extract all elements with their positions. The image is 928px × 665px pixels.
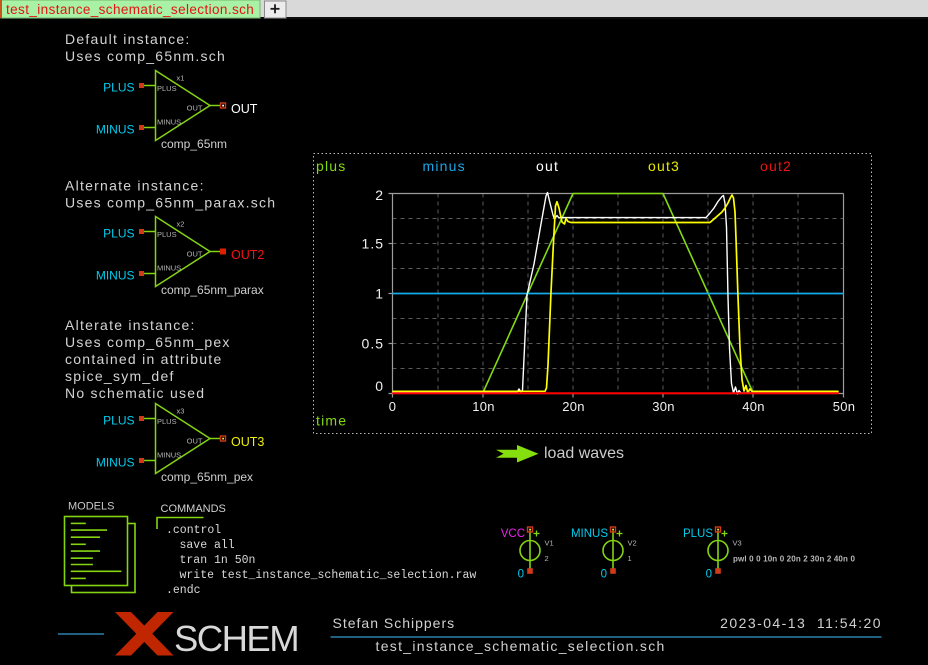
svg-text:Alterate instance:: Alterate instance: xyxy=(65,317,196,333)
svg-text:MODELS: MODELS xyxy=(68,501,114,513)
svg-text:0: 0 xyxy=(706,569,712,581)
svg-text:Uses comp_65nm.sch: Uses comp_65nm.sch xyxy=(65,48,226,64)
svg-text:0: 0 xyxy=(518,569,524,581)
svg-text:x3: x3 xyxy=(177,407,185,416)
svg-text:out: out xyxy=(536,158,559,174)
svg-text:PLUS: PLUS xyxy=(103,227,134,241)
svg-text:test_instance_schematic_select: test_instance_schematic_selection.sch xyxy=(6,2,254,17)
svg-text:10n: 10n xyxy=(472,399,495,414)
svg-text:x2: x2 xyxy=(177,220,185,229)
svg-text:x1: x1 xyxy=(177,74,185,83)
svg-text:out2: out2 xyxy=(760,158,792,174)
svg-text:contained in attribute: contained in attribute xyxy=(65,351,222,367)
svg-text:OUT2: OUT2 xyxy=(231,248,264,262)
svg-text:2: 2 xyxy=(375,187,384,203)
svg-text:time: time xyxy=(316,413,347,429)
svg-text:OUT: OUT xyxy=(187,437,203,446)
svg-text:tran 1n 50n: tran 1n 50n xyxy=(180,554,256,567)
svg-text:pwl 0 0 10n 0 20n 2 30n 2 40n: pwl 0 0 10n 0 20n 2 30n 2 40n 0 xyxy=(733,555,855,564)
svg-text:PLUS: PLUS xyxy=(157,230,177,239)
svg-text:MINUS: MINUS xyxy=(96,456,135,470)
svg-text:No schematic used: No schematic used xyxy=(65,385,205,401)
svg-text:spice_sym_def: spice_sym_def xyxy=(65,368,175,384)
svg-text:PLUS: PLUS xyxy=(157,417,177,426)
svg-text:0: 0 xyxy=(389,399,397,414)
svg-text:out3: out3 xyxy=(648,158,680,174)
svg-text:OUT: OUT xyxy=(187,250,203,259)
svg-text:50n: 50n xyxy=(833,399,856,414)
svg-text:test_instance_schematic_select: test_instance_schematic_selection.sch xyxy=(376,638,666,654)
svg-text:write test_instance_schematic_: write test_instance_schematic_selection.… xyxy=(180,569,477,582)
svg-text:OUT: OUT xyxy=(187,104,203,113)
svg-text:plus: plus xyxy=(316,158,346,174)
svg-text:MINUS: MINUS xyxy=(157,118,181,127)
svg-text:1.5: 1.5 xyxy=(362,236,384,252)
svg-text:Uses comp_65nm_parax.sch: Uses comp_65nm_parax.sch xyxy=(65,195,276,211)
svg-text:save all: save all xyxy=(180,539,235,552)
svg-text:V3: V3 xyxy=(733,539,742,548)
svg-text:Alternate instance:: Alternate instance: xyxy=(65,178,205,194)
svg-text:MINUS: MINUS xyxy=(96,269,135,283)
svg-text:0: 0 xyxy=(375,378,384,394)
svg-text:2023-04-13 11:54:20: 2023-04-13 11:54:20 xyxy=(720,615,882,631)
svg-text:Uses comp_65nm_pex: Uses comp_65nm_pex xyxy=(65,334,231,350)
svg-text:MINUS: MINUS xyxy=(96,123,135,137)
svg-text:1: 1 xyxy=(628,554,632,563)
svg-text:1: 1 xyxy=(375,286,384,302)
svg-text:20n: 20n xyxy=(562,399,585,414)
svg-text:OUT: OUT xyxy=(231,102,258,116)
svg-text:COMMANDS: COMMANDS xyxy=(161,503,226,515)
svg-text:comp_65nm: comp_65nm xyxy=(161,137,227,151)
svg-text:2: 2 xyxy=(545,554,549,563)
svg-text:minus: minus xyxy=(423,158,466,174)
svg-text:0.5: 0.5 xyxy=(362,336,384,352)
svg-text:MINUS: MINUS xyxy=(157,451,181,460)
svg-text:MINUS: MINUS xyxy=(157,264,181,273)
svg-text:V2: V2 xyxy=(628,539,637,548)
svg-text:40n: 40n xyxy=(742,399,765,414)
svg-text:VCC: VCC xyxy=(501,528,525,540)
svg-text:comp_65nm_pex: comp_65nm_pex xyxy=(161,470,253,484)
svg-text:PLUS: PLUS xyxy=(103,81,134,95)
svg-text:OUT3: OUT3 xyxy=(231,435,264,449)
svg-text:SCHEM: SCHEM xyxy=(174,618,298,659)
svg-text:PLUS: PLUS xyxy=(683,528,713,540)
svg-text:MINUS: MINUS xyxy=(571,528,608,540)
svg-text:V1: V1 xyxy=(545,539,554,548)
svg-text:30n: 30n xyxy=(652,399,675,414)
svg-text:0: 0 xyxy=(601,569,607,581)
svg-text:.control: .control xyxy=(166,524,221,537)
svg-text:comp_65nm_parax: comp_65nm_parax xyxy=(161,283,264,297)
svg-text:PLUS: PLUS xyxy=(103,414,134,428)
svg-text:PLUS: PLUS xyxy=(157,84,177,93)
svg-text:load waves: load waves xyxy=(544,445,624,462)
svg-text:Stefan Schippers: Stefan Schippers xyxy=(333,615,456,631)
svg-text:.endc: .endc xyxy=(166,584,201,597)
svg-text:Default instance:: Default instance: xyxy=(65,31,191,47)
